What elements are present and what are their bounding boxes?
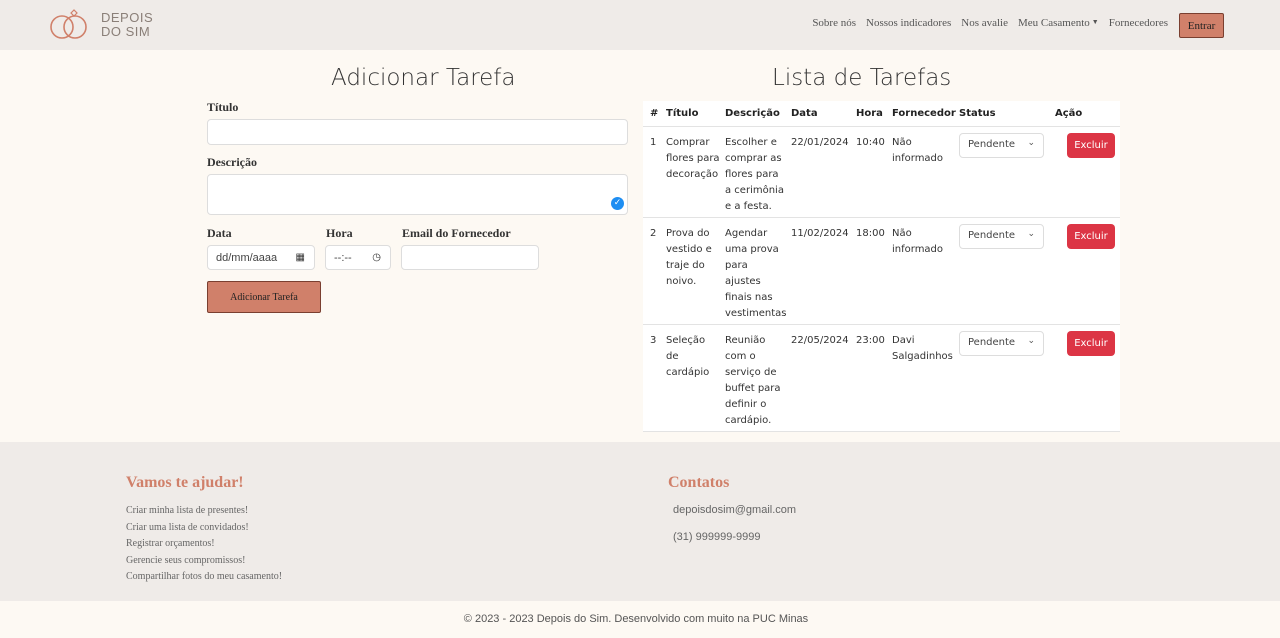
col-action: Ação — [1055, 108, 1083, 119]
copyright: © 2023 - 2023 Depois do Sim. Desenvolvid… — [463, 613, 809, 625]
email-input[interactable] — [401, 245, 539, 270]
chevron-down-icon: ⌄ — [1027, 229, 1035, 239]
table-row: 1 Comprar flores para decoração Escolher… — [643, 126, 1120, 217]
row-number: 2 — [650, 228, 657, 239]
status-select[interactable]: Pendente ⌄ — [959, 224, 1044, 249]
time-placeholder: --:-- — [334, 252, 352, 264]
row-vendor: Davi Salgadinhos — [892, 335, 953, 362]
contact-email[interactable]: depoisdosim@gmail.com — [673, 504, 796, 516]
row-vendor: Não informado — [892, 137, 944, 164]
row-number: 3 — [650, 335, 657, 346]
chevron-down-icon: ⌄ — [1027, 336, 1035, 346]
row-time: 23:00 — [856, 335, 885, 346]
status-value: Pendente — [968, 337, 1016, 348]
title-label: Título — [207, 100, 239, 114]
contact-phone: (31) 999999-9999 — [673, 531, 761, 543]
row-time: 18:00 — [856, 228, 885, 239]
date-label: Data — [207, 226, 232, 240]
col-time: Hora — [856, 108, 883, 119]
footer-link-budgets[interactable]: Registrar orçamentos! — [126, 538, 215, 549]
date-placeholder: dd/mm/aaaa — [216, 252, 278, 264]
row-time: 10:40 — [856, 137, 885, 148]
delete-button[interactable]: Excluir — [1067, 331, 1115, 356]
time-label: Hora — [326, 226, 353, 240]
nav-links: Sobre nós Nossos indicadores Nos avalie … — [812, 17, 1168, 29]
brand-line-2: DO SIM — [101, 24, 151, 39]
nav-meu-casamento-label: Meu Casamento — [1018, 17, 1090, 29]
nav-nossos-indicadores[interactable]: Nossos indicadores — [866, 17, 951, 29]
status-value: Pendente — [968, 139, 1016, 150]
tasks-heading: Lista de Tarefas — [772, 65, 952, 91]
row-title: Comprar flores para decoração — [666, 137, 720, 180]
footer-link-appointments[interactable]: Gerencie seus compromissos! — [126, 555, 245, 566]
contact-title: Contatos — [668, 474, 730, 491]
nav-sobre-nos[interactable]: Sobre nós — [812, 17, 856, 29]
col-vendor: Fornecedor — [892, 108, 956, 119]
table-row: 2 Prova do vestido e traje do noivo. Age… — [643, 217, 1120, 324]
clock-icon[interactable]: ◷ — [372, 252, 381, 263]
form-heading: Adicionar Tarefa — [331, 65, 516, 91]
row-description: Reunião com o serviço de buffet para def… — [725, 335, 781, 426]
row-title: Seleção de cardápio — [666, 335, 710, 378]
email-label: Email do Fornecedor — [402, 226, 511, 240]
caret-down-icon: ▼ — [1091, 18, 1099, 26]
col-number: # — [650, 108, 659, 119]
row-number: 1 — [650, 137, 657, 148]
title-input[interactable] — [207, 119, 628, 145]
row-vendor: Não informado — [892, 228, 944, 255]
brand-line-1: DEPOIS — [101, 10, 154, 25]
interlocked-rings-icon — [50, 9, 87, 39]
tasks-table: # Título Descrição Data Hora Fornecedor … — [643, 101, 1120, 432]
table-row: 3 Seleção de cardápio Reunião com o serv… — [643, 324, 1120, 432]
time-input[interactable]: --:-- ◷ — [325, 245, 391, 270]
nav-fornecedores[interactable]: Fornecedores — [1109, 17, 1168, 29]
nav-meu-casamento-dropdown[interactable]: Meu Casamento ▼ — [1018, 17, 1099, 29]
col-description: Descrição — [725, 108, 780, 119]
help-title: Vamos te ajudar! — [126, 474, 244, 491]
description-textarea[interactable]: ✓ — [207, 174, 628, 215]
check-circle-icon: ✓ — [611, 197, 624, 210]
row-date: 22/01/2024 — [791, 137, 849, 148]
status-select[interactable]: Pendente ⌄ — [959, 331, 1044, 356]
col-title: Título — [666, 108, 699, 119]
delete-button[interactable]: Excluir — [1067, 224, 1115, 249]
chevron-down-icon: ⌄ — [1027, 138, 1035, 148]
calendar-icon[interactable]: ▦ — [296, 252, 305, 263]
navbar: DEPOIS DO SIM Sobre nós Nossos indicador… — [0, 0, 1280, 50]
col-date: Data — [791, 108, 818, 119]
row-date: 11/02/2024 — [791, 228, 849, 239]
brand-name: DEPOIS DO SIM — [101, 11, 153, 39]
footer-link-guest-list[interactable]: Criar uma lista de convidados! — [126, 522, 249, 533]
login-button[interactable]: Entrar — [1179, 13, 1224, 38]
footer: Vamos te ajudar! Criar minha lista de pr… — [0, 442, 1280, 601]
row-title: Prova do vestido e traje do noivo. — [666, 228, 712, 287]
footer-link-photos[interactable]: Compartilhar fotos do meu casamento! — [126, 571, 282, 582]
description-label: Descrição — [207, 155, 257, 169]
nav-nos-avalie[interactable]: Nos avalie — [961, 17, 1008, 29]
row-date: 22/05/2024 — [791, 335, 849, 346]
delete-button[interactable]: Excluir — [1067, 133, 1115, 158]
status-select[interactable]: Pendente ⌄ — [959, 133, 1044, 158]
status-value: Pendente — [968, 230, 1016, 241]
row-description: Escolher e comprar as flores para a ceri… — [725, 137, 784, 212]
date-input[interactable]: dd/mm/aaaa ▦ — [207, 245, 315, 270]
add-task-button[interactable]: Adicionar Tarefa — [207, 281, 321, 313]
col-status: Status — [959, 108, 996, 119]
row-description: Agendar uma prova para ajustes finais na… — [725, 228, 787, 319]
brand-logo[interactable]: DEPOIS DO SIM — [47, 8, 153, 42]
footer-link-gift-list[interactable]: Criar minha lista de presentes! — [126, 505, 248, 516]
